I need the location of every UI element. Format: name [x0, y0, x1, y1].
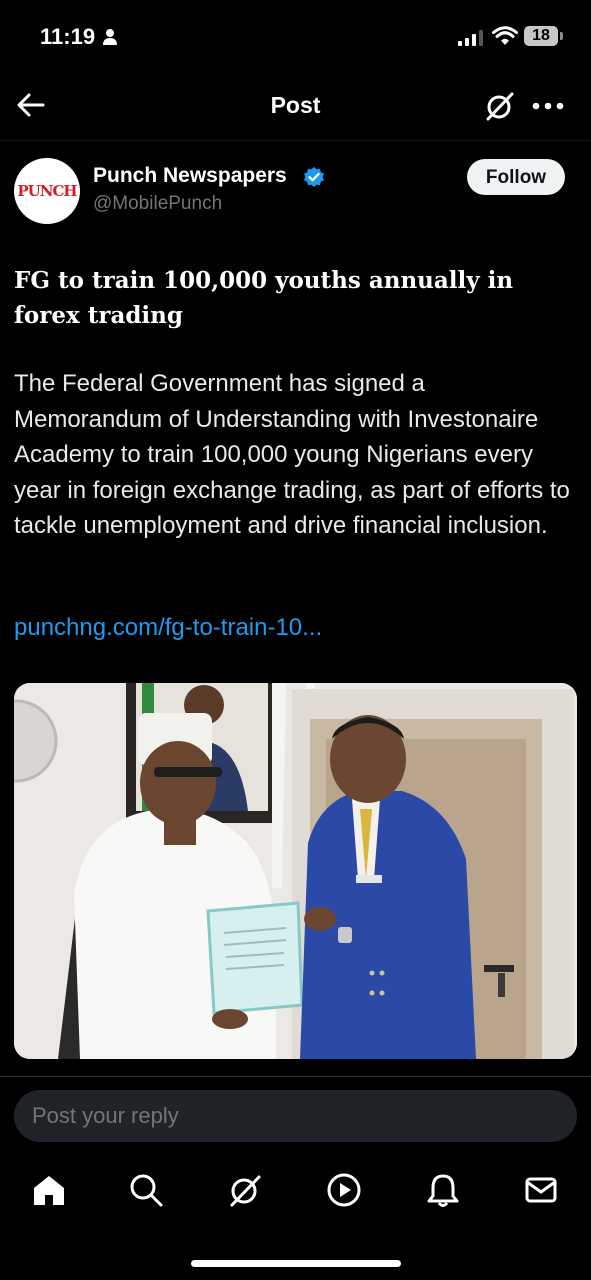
person-icon — [103, 29, 117, 45]
post-headline: FG to train 100,000 youths annually in f… — [14, 267, 514, 329]
mou-signing-photo — [14, 683, 577, 1059]
home-icon[interactable] — [31, 1172, 67, 1208]
follow-button[interactable]: Follow — [467, 159, 565, 195]
header-divider — [0, 140, 591, 141]
home-indicator[interactable] — [191, 1260, 401, 1267]
search-icon[interactable] — [128, 1172, 164, 1208]
wifi-icon — [492, 26, 518, 45]
messages-icon[interactable] — [523, 1172, 559, 1208]
post-body: The Federal Government has signed a Memo… — [14, 370, 570, 539]
video-icon[interactable] — [326, 1172, 362, 1208]
notifications-icon[interactable] — [425, 1172, 461, 1208]
grok-icon[interactable] — [484, 90, 516, 122]
avatar[interactable]: PUNCH — [14, 158, 80, 224]
post-image[interactable] — [14, 683, 577, 1059]
more-options-icon[interactable] — [532, 102, 564, 110]
battery-level: 18 — [524, 26, 558, 46]
status-time: 11:19 — [40, 24, 96, 49]
reply-divider — [0, 1076, 591, 1077]
grok-nav-icon[interactable] — [227, 1172, 263, 1208]
verified-badge-icon — [304, 167, 324, 187]
reply-input[interactable] — [14, 1090, 577, 1142]
author-handle[interactable]: @MobilePunch — [93, 193, 222, 215]
signal-icon — [458, 30, 483, 46]
punch-logo: PUNCH — [17, 182, 77, 200]
battery-tip — [560, 32, 563, 40]
article-link[interactable]: punchng.com/fg-to-train-10... — [14, 614, 322, 642]
author-name[interactable]: Punch Newspapers — [93, 164, 287, 188]
